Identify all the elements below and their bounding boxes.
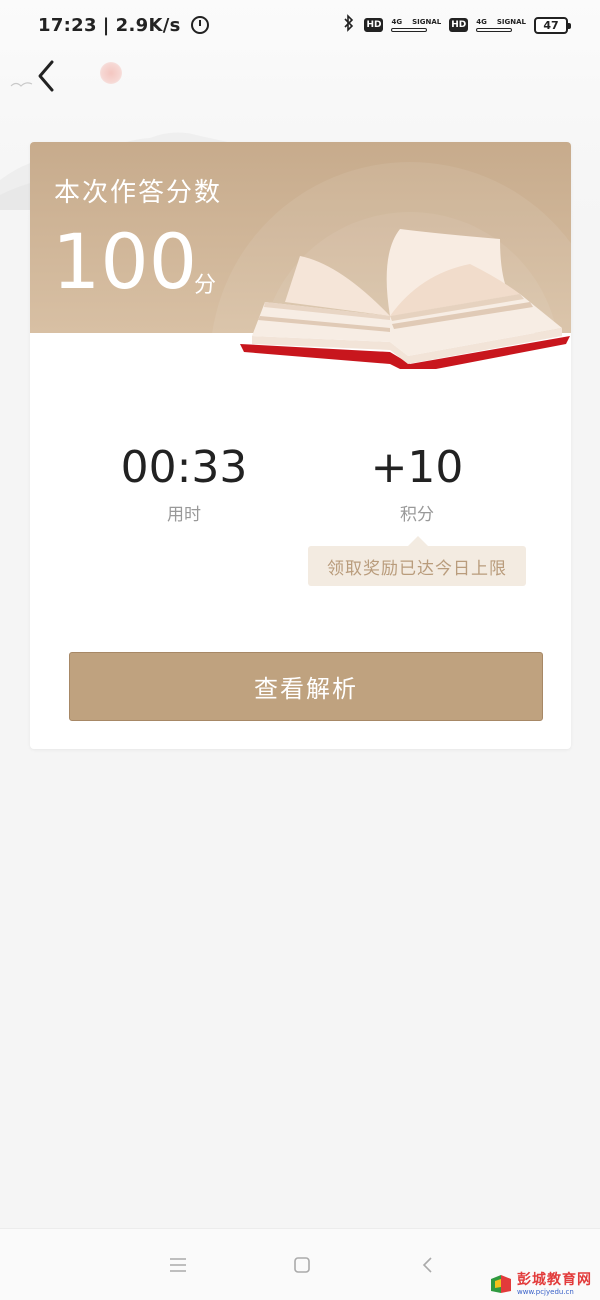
- sim1-type: 4G: [391, 18, 403, 26]
- alarm-icon: [190, 16, 209, 34]
- score-value: 100: [52, 217, 198, 306]
- sun-decoration: [100, 62, 122, 84]
- sim2-label: SIGNAL: [496, 18, 526, 26]
- reward-limit-tooltip: 领取奖励已达今日上限: [308, 536, 526, 586]
- status-right: HD 4G SIGNAL HD 4G SIGNAL 47: [342, 13, 571, 37]
- stats-row: 00:33 用时 +10 积分: [30, 442, 571, 542]
- watermark-url: www.pcjyedu.cn: [517, 1288, 574, 1296]
- view-analysis-button[interactable]: 查看解析: [69, 652, 543, 721]
- watermark-logo-icon: [491, 1275, 511, 1293]
- network-speed: 2.9K/s: [115, 14, 181, 36]
- hd-badge-2: HD: [449, 18, 469, 32]
- score-label: 本次作答分数: [54, 178, 223, 208]
- time-label: 用时: [167, 505, 201, 525]
- back-arrow-icon: [38, 60, 54, 92]
- status-time: 17:23: [38, 14, 97, 36]
- time-value: 00:33: [120, 442, 248, 493]
- battery-indicator: 47: [534, 16, 571, 34]
- points-label: 积分: [400, 505, 434, 525]
- open-book-icon: [240, 229, 570, 369]
- sim1-signal-bar: [391, 28, 428, 32]
- status-separator: |: [102, 14, 110, 36]
- watermark-text: 彭城教育网 www.pcjyedu.cn: [517, 1272, 592, 1296]
- home-button[interactable]: [290, 1253, 314, 1277]
- nav-back-icon: [422, 1257, 432, 1273]
- points-value: +10: [370, 442, 464, 493]
- sim1-label: SIGNAL: [412, 18, 442, 26]
- watermark-title: 彭城教育网: [517, 1272, 592, 1288]
- hd-badge-1: HD: [364, 18, 384, 32]
- sim2-signal-bar: [476, 28, 513, 32]
- signal-sim2: 4G SIGNAL: [476, 18, 526, 32]
- points-stat: +10 积分: [317, 442, 517, 525]
- status-left: 17:23 | 2.9K/s: [38, 15, 209, 36]
- result-card: 本次作答分数 100 分 00:33 用时 +10 积分 领取奖励已达今日上限 …: [30, 142, 571, 749]
- watermark: 彭城教育网 www.pcjyedu.cn: [489, 1272, 592, 1296]
- status-bar: 17:23 | 2.9K/s HD 4G SIGNAL HD 4G SIGNAL 4…: [0, 0, 600, 50]
- time-stat: 00:33 用时: [84, 442, 284, 525]
- signal-sim1: 4G SIGNAL: [391, 18, 441, 32]
- menu-icon: [170, 1258, 186, 1272]
- nav-back-button[interactable]: [416, 1253, 440, 1277]
- sim2-type: 4G: [476, 18, 487, 26]
- menu-button[interactable]: [166, 1253, 190, 1277]
- back-button[interactable]: [30, 58, 66, 94]
- home-square-icon: [294, 1257, 310, 1273]
- score-unit: 分: [194, 273, 217, 298]
- bluetooth-icon: [342, 13, 356, 37]
